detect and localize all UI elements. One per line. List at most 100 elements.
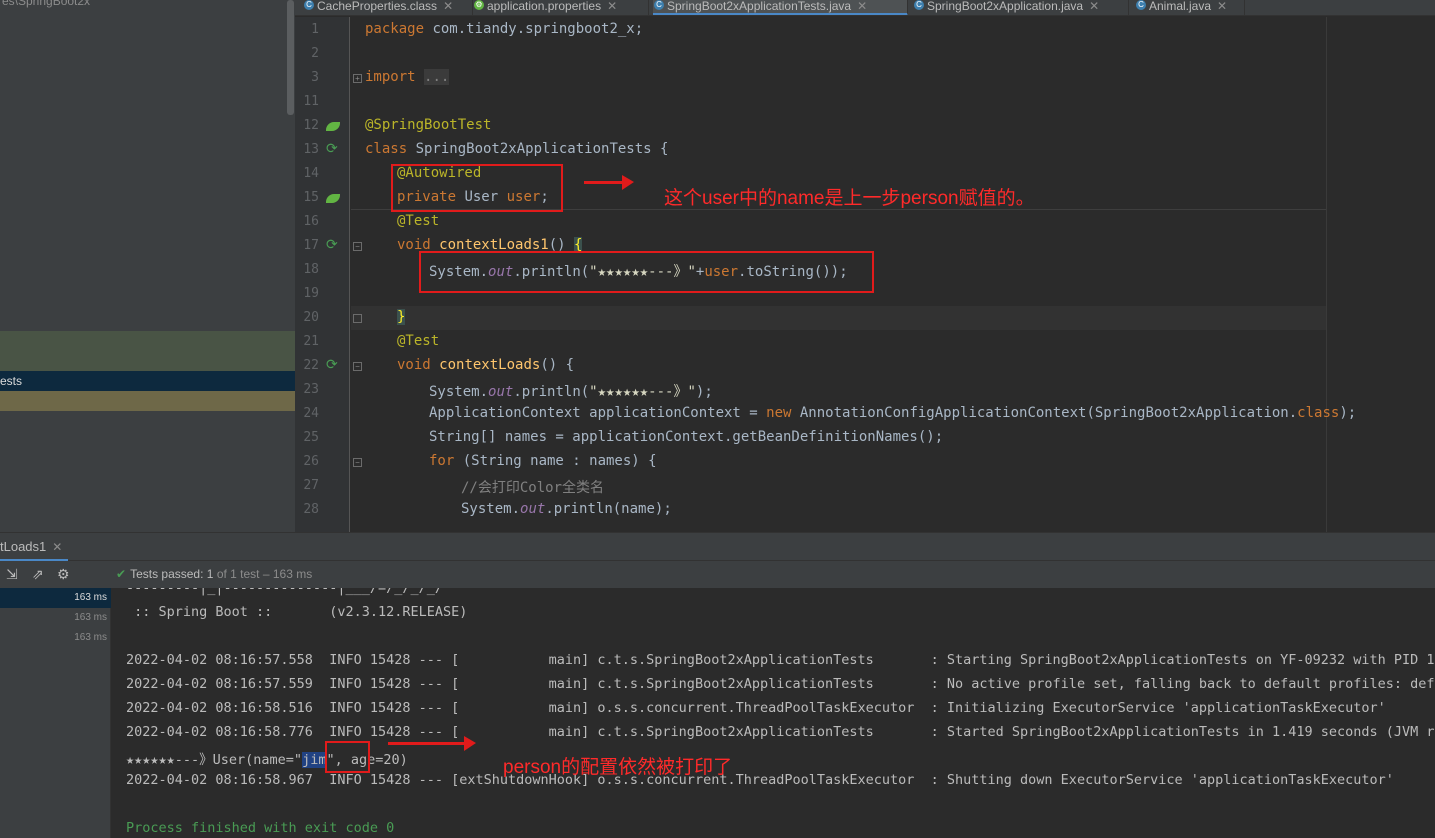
line-number: 28 [303, 502, 319, 517]
code-line-24: ApplicationContext applicationContext = … [429, 405, 1356, 421]
console-line: 2022-04-02 08:16:58.516 INFO 15428 --- [… [126, 700, 1386, 716]
code-line-1: package com.tiandy.springboot2_x; [365, 21, 643, 37]
project-tree-row[interactable] [0, 391, 295, 411]
run-toolbar: ⇲ ⇗ ⚙ ✔ Tests passed: 1 of 1 test – 163 m… [0, 561, 1435, 588]
fold-collapse-icon[interactable]: − [353, 458, 362, 467]
code-text: ); [1339, 405, 1357, 421]
fold-end-icon[interactable] [353, 314, 362, 323]
tab-animal[interactable]: C Animal.java ✕ [1135, 0, 1245, 15]
test-tree-row[interactable]: 163 ms [0, 628, 111, 648]
tab-label: SpringBoot2xApplicationTests.java [667, 0, 852, 13]
line-number: 13 [303, 142, 319, 157]
close-icon[interactable]: ✕ [607, 0, 617, 13]
code-line-20: } [397, 309, 406, 325]
status-count: 1 [206, 567, 214, 581]
console-output[interactable]: ---------|_|--------------|___/=/_/_/_/ … [111, 588, 1435, 838]
highlight-box-autowired [391, 164, 563, 212]
static-field: out [520, 501, 546, 517]
line-number: 12 [303, 118, 319, 133]
collapse-all-icon[interactable]: ⇲ [6, 566, 18, 583]
line-number: 14 [303, 166, 319, 181]
run-tab[interactable]: tLoads1 ✕ [0, 539, 62, 554]
close-icon[interactable]: ✕ [443, 0, 453, 13]
project-panel: es\SpringBoot2x ests [0, 0, 295, 532]
folded-imports[interactable]: ... [424, 69, 450, 85]
project-tree-item-label: ests [0, 374, 23, 388]
class-file-icon: C [304, 0, 314, 10]
spring-bean-icon[interactable] [326, 122, 340, 131]
line-number: 22 [303, 358, 319, 373]
spring-autowired-icon[interactable] [326, 194, 340, 203]
tab-label: SpringBoot2xApplication.java [927, 0, 1084, 13]
project-tree-row[interactable] [0, 331, 295, 371]
code-line-21: @Test [397, 333, 440, 349]
fold-expand-icon[interactable]: + [353, 74, 362, 83]
code-line-27: //会打印Color全类名 [461, 480, 605, 496]
line-number: 15 [303, 190, 319, 205]
code-text: System. [461, 501, 521, 517]
caret-line-highlight [351, 306, 1326, 330]
close-icon[interactable]: ✕ [1217, 0, 1227, 13]
test-duration: 163 ms [74, 612, 107, 623]
close-icon[interactable]: ✕ [52, 540, 62, 554]
project-tree-row-selected[interactable]: ests [0, 371, 295, 391]
code-text: SpringBoot2xApplicationTests { [415, 141, 669, 157]
method-name: contextLoads [439, 357, 541, 373]
keyword: new [766, 405, 800, 421]
test-tree-row[interactable]: 163 ms [0, 588, 111, 608]
project-scrollbar[interactable] [287, 0, 294, 115]
line-number: 23 [303, 382, 319, 397]
code-text: () { [540, 357, 575, 373]
java-class-icon: C [914, 0, 924, 10]
fold-collapse-icon[interactable]: − [353, 242, 362, 251]
line-number: 24 [303, 406, 319, 421]
console-line: 2022-04-02 08:16:58.967 INFO 15428 --- [… [126, 772, 1394, 788]
code-line-28: System.out.println(name); [461, 501, 672, 517]
string-literal: "★★★★★★---》" [589, 384, 696, 400]
project-path: es\SpringBoot2x [2, 0, 91, 8]
gear-icon[interactable]: ⚙ [57, 566, 70, 583]
run-test-icon[interactable]: ⟳ [326, 140, 338, 157]
keyword: class [1297, 405, 1340, 421]
test-results-tree[interactable]: 163 ms 163 ms 163 ms [0, 588, 111, 838]
line-number: 20 [303, 310, 319, 325]
line-number: 25 [303, 430, 319, 445]
code-text: (String name : names) { [462, 453, 657, 469]
code-line-12: @SpringBootTest [365, 117, 492, 133]
line-number: 11 [303, 94, 319, 109]
java-class-icon: C [1136, 0, 1146, 10]
status-label: Tests passed: [130, 567, 204, 581]
console-exit-line: Process finished with exit code 0 [126, 820, 395, 836]
code-text: System. [429, 384, 489, 400]
close-icon[interactable]: ✕ [1089, 0, 1099, 13]
line-number: 16 [303, 214, 319, 229]
selected-text: jim [302, 752, 327, 768]
line-number: 26 [303, 454, 319, 469]
run-test-icon[interactable]: ⟳ [326, 236, 338, 253]
code-editor[interactable]: 1 2 3 11 12 13 14 15 16 17 18 19 20 21 2… [295, 17, 1435, 532]
code-text: AnnotationConfigApplicationContext(Sprin… [799, 405, 1298, 421]
check-icon: ✔ [116, 567, 127, 581]
tab-springboot2x-application-tests[interactable]: C SpringBoot2xApplicationTests.java ✕ [653, 0, 908, 15]
run-test-icon[interactable]: ⟳ [326, 356, 338, 373]
line-number: 18 [303, 262, 319, 277]
test-tree-row[interactable]: 163 ms [0, 608, 111, 628]
fold-collapse-icon[interactable]: − [353, 362, 362, 371]
keyword: class [365, 141, 416, 157]
line-number-gutter[interactable]: 1 2 3 11 12 13 14 15 16 17 18 19 20 21 2… [295, 17, 350, 532]
annotation-note-top: 这个user中的name是上一步person赋值的。 [664, 188, 1035, 209]
code-line-22: void contextLoads() { [397, 357, 574, 373]
tab-label: CacheProperties.class [317, 0, 438, 13]
highlight-box-println [419, 251, 874, 293]
tab-cache-properties[interactable]: C CacheProperties.class ✕ [303, 0, 473, 15]
tab-springboot2x-application[interactable]: C SpringBoot2xApplication.java ✕ [913, 0, 1129, 15]
test-duration: 163 ms [74, 592, 107, 603]
code-text: .println( [513, 384, 590, 400]
code-line-13: class SpringBoot2xApplicationTests { [365, 141, 668, 157]
export-icon[interactable]: ⇗ [32, 566, 44, 583]
close-icon[interactable]: ✕ [857, 0, 867, 13]
tab-application-properties[interactable]: ⚙ application.properties ✕ [473, 0, 649, 15]
annotation-arrow [388, 736, 476, 751]
annotation-arrow [584, 175, 634, 190]
line-number: 2 [311, 46, 319, 61]
